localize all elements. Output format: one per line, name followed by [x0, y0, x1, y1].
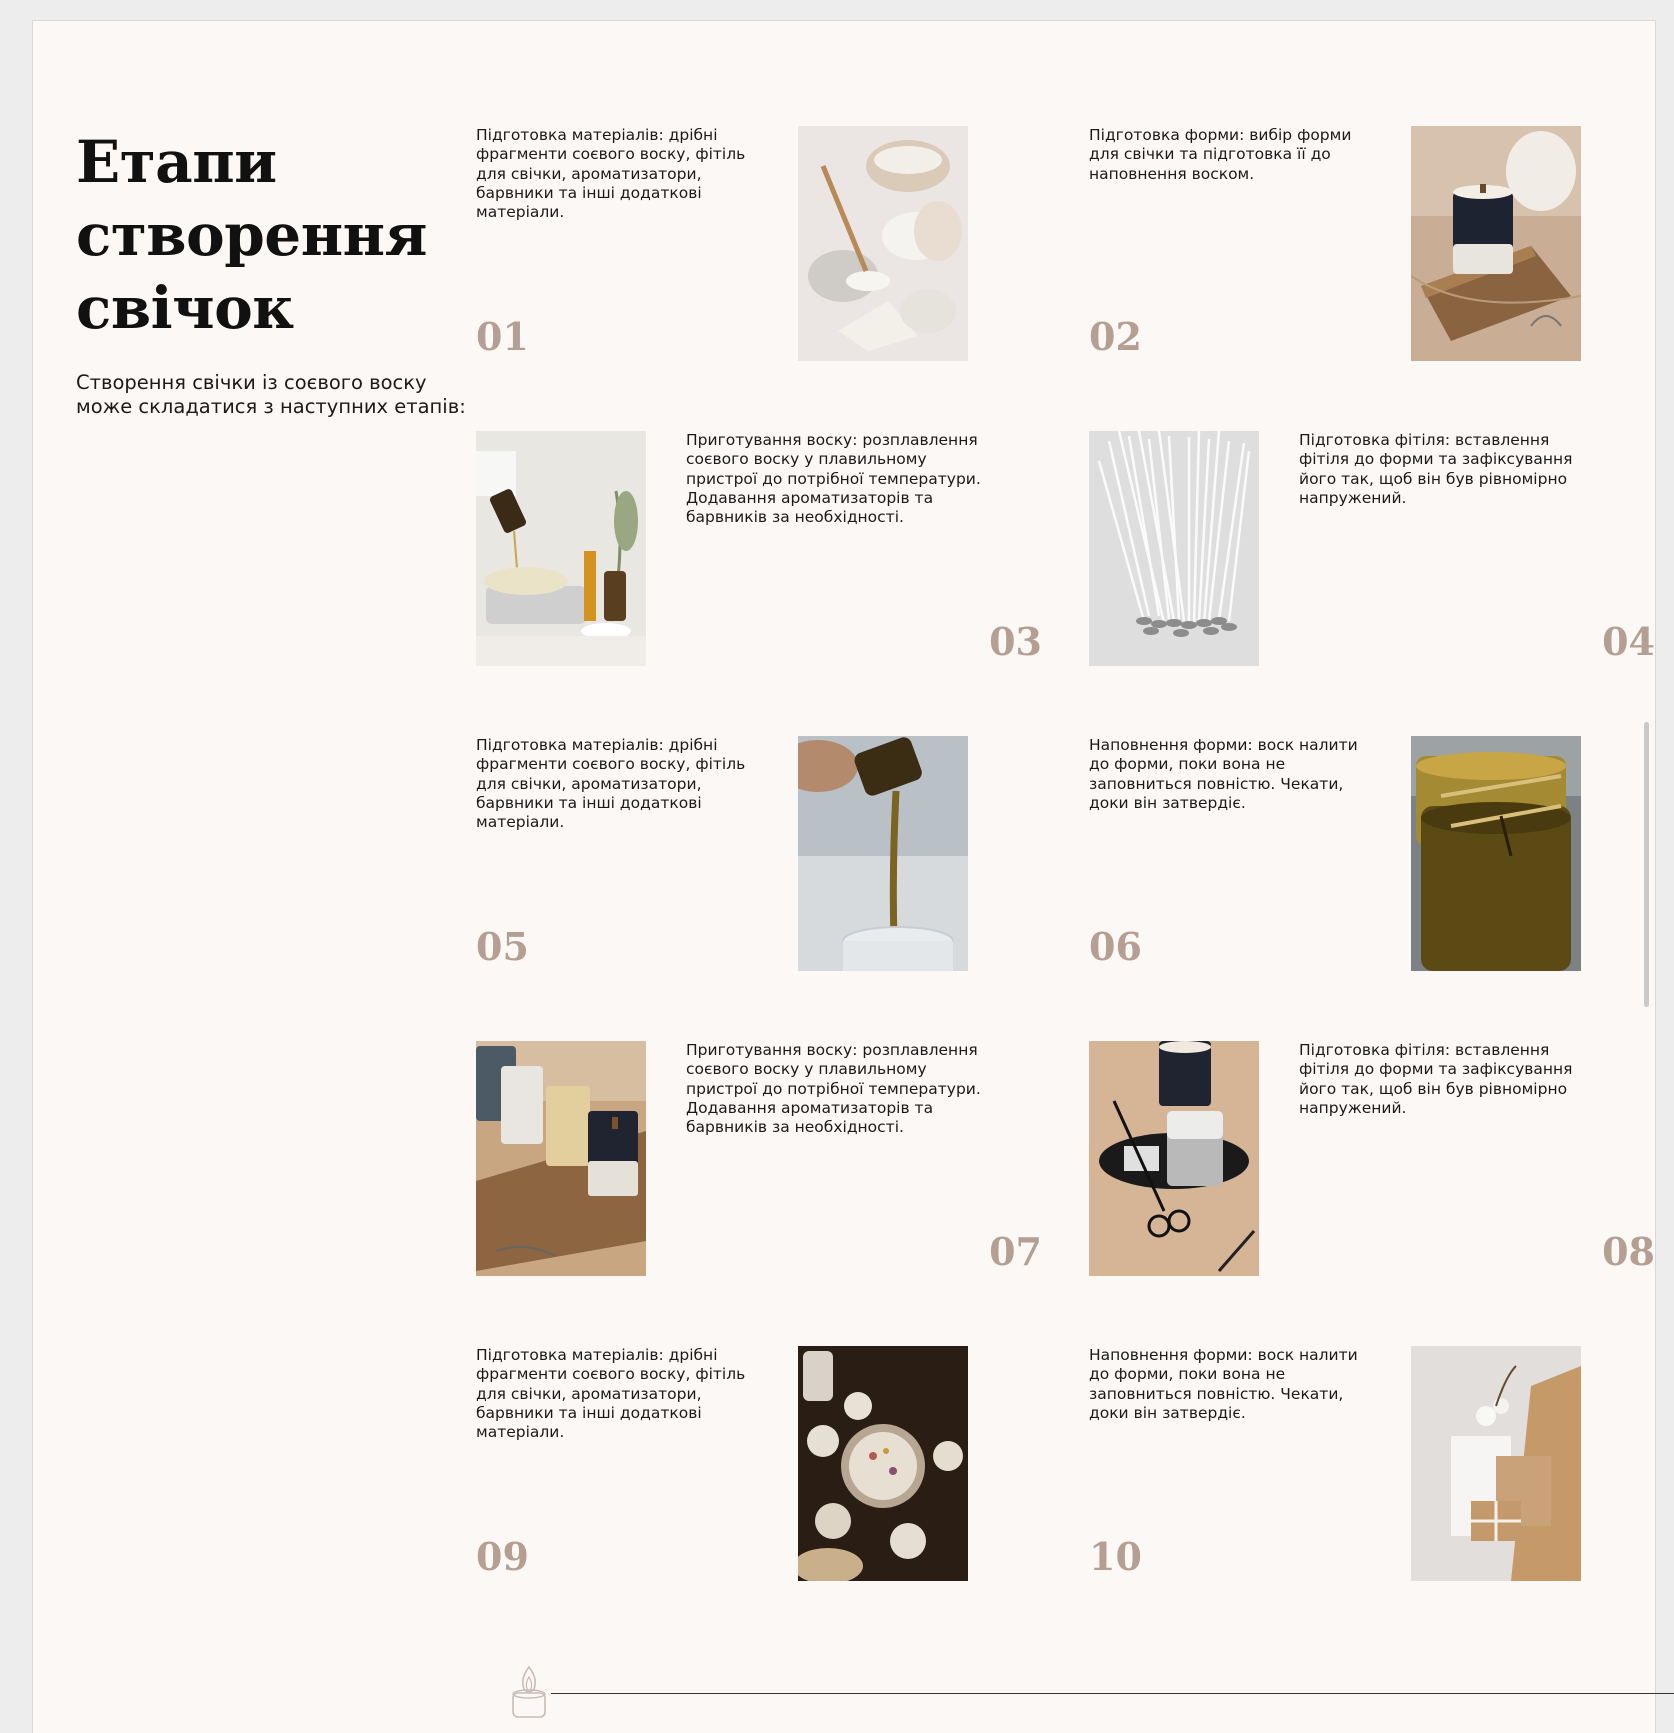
step-number: 10 [1089, 1534, 1142, 1579]
step-description: Наповнення форми: воск налити до форми, … [1089, 1346, 1358, 1422]
step-description: Приготування воску: розплавлення соєвого… [686, 431, 981, 527]
step-10: Наповнення форми: воск налити до форми, … [1089, 1346, 1655, 1582]
step-description: Наповнення форми: воск налити до форми, … [1089, 736, 1358, 812]
step-description: Приготування воску: розплавлення соєвого… [686, 1041, 981, 1137]
title-line: створення [76, 201, 427, 269]
step-number: 06 [1089, 924, 1142, 969]
title-line: свічок [76, 274, 294, 342]
step-number: 03 [989, 619, 1042, 664]
document-page: Етапи створення свічок Створення свічки … [32, 20, 1674, 1733]
step-01: Підготовка матеріалів: дрібні фрагменти … [476, 126, 1042, 362]
step-description: Підготовка форми: вибір форми для свічки… [1089, 126, 1352, 183]
step-number: 01 [476, 314, 529, 359]
step-04: Підготовка фітіля: вставлення фітіля до … [1089, 431, 1655, 667]
step-photo [476, 431, 646, 666]
step-05: Підготовка матеріалів: дрібні фрагменти … [476, 736, 1042, 972]
step-09: Підготовка матеріалів: дрібні фрагменти … [476, 1346, 1042, 1582]
step-photo [476, 1041, 646, 1276]
step-description: Підготовка матеріалів: дрібні фрагменти … [476, 126, 746, 222]
title-line: Етапи [76, 128, 277, 196]
step-photo [1411, 736, 1581, 971]
step-number: 05 [476, 924, 529, 969]
step-number: 04 [1602, 619, 1655, 664]
step-photo [1411, 126, 1581, 361]
step-photo [798, 126, 968, 361]
step-description: Підготовка фітіля: вставлення фітіля до … [1299, 431, 1573, 507]
step-description: Підготовка матеріалів: дрібні фрагменти … [476, 736, 746, 832]
step-08: Підготовка фітіля: вставлення фітіля до … [1089, 1041, 1655, 1277]
intro-text: Створення свічки із соєвого воску може с… [76, 371, 466, 418]
scrollbar-thumb[interactable] [1644, 722, 1649, 1007]
step-photo [798, 1346, 968, 1581]
step-photo [1089, 431, 1259, 666]
step-photo [1089, 1041, 1259, 1276]
step-number: 07 [989, 1229, 1042, 1274]
step-02: Підготовка форми: вибір форми для свічки… [1089, 126, 1655, 362]
step-number: 02 [1089, 314, 1142, 359]
step-06: Наповнення форми: воск налити до форми, … [1089, 736, 1655, 972]
step-number: 08 [1602, 1229, 1655, 1274]
step-description: Підготовка матеріалів: дрібні фрагменти … [476, 1346, 746, 1442]
step-number: 09 [476, 1534, 529, 1579]
page-title: Етапи створення свічок [76, 126, 456, 345]
step-07: Приготування воску: розплавлення соєвого… [476, 1041, 1042, 1277]
candle-icon [507, 1661, 551, 1721]
step-description: Підготовка фітіля: вставлення фітіля до … [1299, 1041, 1573, 1117]
step-photo [1411, 1346, 1581, 1581]
step-03: Приготування воску: розплавлення соєвого… [476, 431, 1042, 667]
step-photo [798, 736, 968, 971]
footer-divider [551, 1693, 1674, 1694]
